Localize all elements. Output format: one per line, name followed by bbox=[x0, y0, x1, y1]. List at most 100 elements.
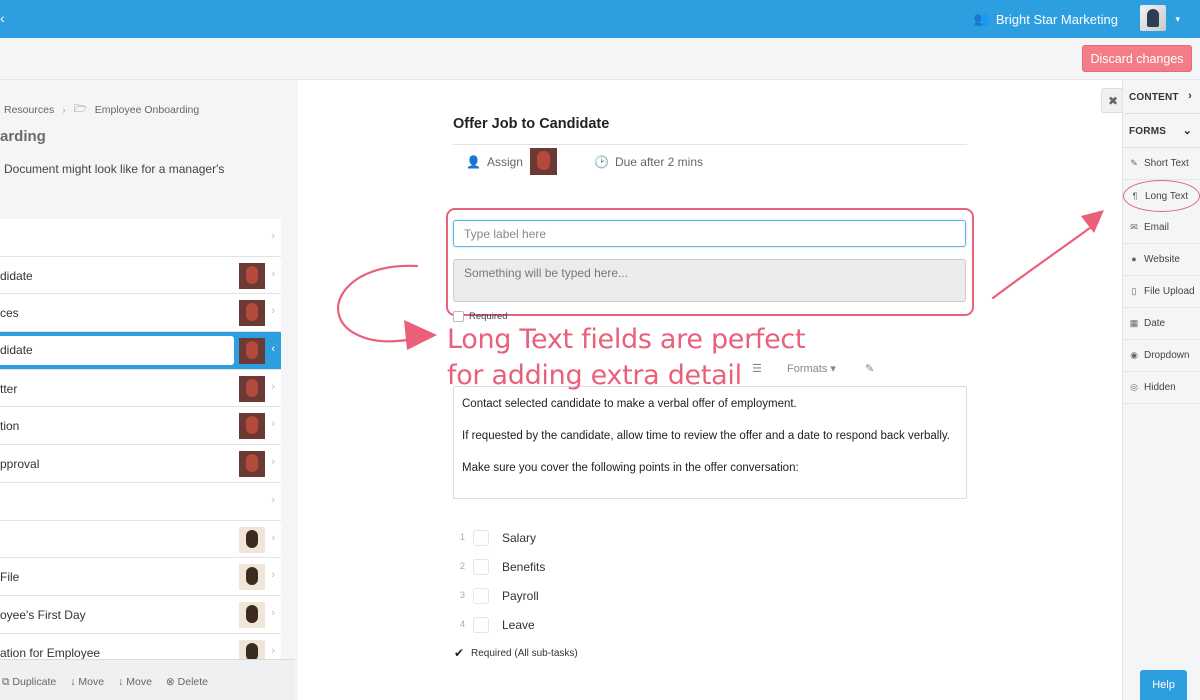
checkmark-icon[interactable]: ✔ bbox=[454, 647, 466, 659]
checkbox[interactable] bbox=[453, 311, 464, 322]
long-text-preview[interactable] bbox=[453, 259, 966, 302]
chevron-right-icon: › bbox=[62, 104, 66, 116]
required-checkbox[interactable]: Required bbox=[453, 311, 508, 322]
magic-wand-icon[interactable]: ✎ bbox=[865, 362, 874, 375]
subtask-label[interactable]: Salary bbox=[502, 531, 536, 545]
envelope-icon: ✉ bbox=[1130, 222, 1138, 232]
chevron-right-icon: › bbox=[271, 606, 275, 619]
palette-hidden[interactable]: ◎ Hidden bbox=[1123, 372, 1200, 404]
subtask-checkbox[interactable] bbox=[473, 588, 489, 604]
task-row[interactable]: › bbox=[0, 520, 281, 559]
assignee-avatar bbox=[239, 526, 265, 553]
eye-slash-icon: ◎ bbox=[1130, 382, 1138, 392]
chevron-right-icon: › bbox=[271, 644, 275, 657]
task-description-editor[interactable]: Contact selected candidate to make a ver… bbox=[453, 386, 967, 499]
task-row[interactable]: oyee's First Day › bbox=[0, 595, 281, 634]
breadcrumb: Resources › 🗁 Employee Onboarding bbox=[4, 101, 199, 119]
move-down-button[interactable]: ↓ Move bbox=[70, 676, 104, 689]
chevron-right-icon: › bbox=[271, 569, 275, 582]
copy-icon: ⧉ bbox=[2, 676, 13, 688]
task-row[interactable]: ces › bbox=[0, 294, 281, 333]
breadcrumb-item[interactable]: Employee Onboarding bbox=[95, 104, 199, 116]
due-date-button[interactable]: 🕑 Due after 2 mins bbox=[594, 155, 703, 169]
field-label-input[interactable] bbox=[453, 220, 966, 247]
subtask-checkbox[interactable] bbox=[473, 559, 489, 575]
user-icon: 👤 bbox=[466, 155, 481, 169]
task-label: tter bbox=[0, 381, 18, 396]
assign-button[interactable]: 👤 Assign bbox=[466, 155, 523, 169]
assignee-avatar bbox=[239, 262, 265, 289]
assignee-avatar bbox=[239, 451, 265, 478]
arrow-down-icon: ↓ bbox=[118, 676, 127, 688]
chevron-right-icon: › bbox=[271, 380, 275, 393]
subtask-checkbox[interactable] bbox=[473, 617, 489, 633]
description-paragraph: Contact selected candidate to make a ver… bbox=[462, 398, 797, 410]
subtask-item: 3 Payroll bbox=[460, 588, 539, 604]
chevron-right-icon: › bbox=[271, 531, 275, 544]
dropdown-icon: ◉ bbox=[1130, 350, 1138, 360]
chevron-right-icon: › bbox=[271, 305, 275, 318]
required-all-label: Required (All sub-tasks) bbox=[471, 647, 578, 659]
chevron-left-icon: ‹ bbox=[271, 343, 275, 356]
chevron-right-icon: › bbox=[271, 418, 275, 431]
subtask-checkbox[interactable] bbox=[473, 530, 489, 546]
palette-website[interactable]: ● Website bbox=[1123, 244, 1200, 276]
task-row[interactable]: tion › bbox=[0, 407, 281, 446]
assignee-avatar bbox=[239, 413, 265, 440]
chevron-down-icon[interactable]: ▾ bbox=[1175, 14, 1180, 25]
palette-dropdown[interactable]: ◉ Dropdown bbox=[1123, 340, 1200, 372]
breadcrumb-item[interactable]: Resources bbox=[4, 104, 54, 116]
discard-changes-button[interactable]: Discard changes bbox=[1082, 45, 1192, 72]
palette-long-text[interactable]: ¶ Long Text bbox=[1123, 180, 1200, 212]
top-navbar: ‹ 👥 Bright Star Marketing ▾ bbox=[0, 0, 1200, 38]
template-title: arding bbox=[0, 128, 46, 145]
paragraph-icon: ¶ bbox=[1132, 191, 1138, 201]
task-row[interactable]: › bbox=[0, 482, 281, 521]
close-circle-icon: ⊗ bbox=[165, 676, 178, 688]
content-section-toggle[interactable]: CONTENT › bbox=[1123, 80, 1200, 114]
subtask-label[interactable]: Benefits bbox=[502, 560, 545, 574]
delete-button[interactable]: ⊗ Delete bbox=[166, 676, 208, 689]
task-actions-footer: ⧉ Duplicate ↓ Move ↓ Move ⊗ Delete bbox=[0, 659, 295, 700]
description-paragraph: If requested by the candidate, allow tim… bbox=[462, 430, 950, 442]
folder-open-icon: 🗁 bbox=[73, 103, 87, 115]
palette-file-upload[interactable]: ▯ File Upload bbox=[1123, 276, 1200, 308]
task-list: › didate › ces › didate ‹ tter › tion › pprov… bbox=[0, 219, 281, 672]
task-row[interactable]: didate › bbox=[0, 256, 281, 295]
required-all-checkbox[interactable]: ✔ Required (All sub-tasks) bbox=[454, 647, 578, 659]
description-paragraph: Make sure you cover the following points… bbox=[462, 462, 799, 474]
help-button[interactable]: Help bbox=[1140, 670, 1187, 700]
subtask-item: 1 Salary bbox=[460, 530, 537, 546]
palette-email[interactable]: ✉ Email bbox=[1123, 212, 1200, 244]
task-title[interactable]: Offer Job to Candidate bbox=[453, 116, 609, 132]
calendar-icon: ▦ bbox=[1129, 318, 1139, 328]
due-label: Due after 2 mins bbox=[614, 155, 703, 169]
move-up-button[interactable]: ↓ Move bbox=[118, 676, 152, 689]
subtask-label[interactable]: Payroll bbox=[502, 589, 539, 603]
users-icon: 👥 bbox=[973, 11, 990, 26]
annotation-callout: Long Text fields are perfect for adding … bbox=[447, 322, 806, 394]
task-row[interactable]: pproval › bbox=[0, 445, 281, 483]
chevron-left-icon[interactable]: ‹ bbox=[0, 10, 5, 26]
subtask-item: 2 Benefits bbox=[460, 559, 546, 575]
edit-icon: ✎ bbox=[1130, 158, 1138, 168]
subtask-label[interactable]: Leave bbox=[502, 618, 535, 632]
forms-section-toggle[interactable]: FORMS ⌄ bbox=[1123, 114, 1200, 148]
divider bbox=[453, 144, 967, 145]
annotation-line-1: Long Text fields are perfect bbox=[447, 324, 806, 355]
palette-short-text[interactable]: ✎ Short Text bbox=[1123, 148, 1200, 180]
duplicate-button[interactable]: ⧉ Duplicate bbox=[2, 676, 56, 689]
task-label: File bbox=[0, 570, 20, 585]
palette-date[interactable]: ▦ Date bbox=[1123, 308, 1200, 340]
assignee-avatar[interactable] bbox=[530, 148, 557, 175]
org-switcher[interactable]: 👥 Bright Star Marketing bbox=[974, 11, 1118, 27]
user-avatar[interactable] bbox=[1140, 5, 1166, 31]
task-row-active[interactable]: didate ‹ bbox=[0, 332, 281, 370]
task-row[interactable]: › bbox=[0, 219, 281, 257]
task-row[interactable]: tter › bbox=[0, 369, 281, 408]
task-row[interactable]: File › bbox=[0, 558, 281, 596]
file-icon: ▯ bbox=[1131, 286, 1137, 296]
chevron-right-icon: › bbox=[271, 230, 275, 242]
subheader bbox=[0, 38, 1200, 80]
left-panel: Resources › 🗁 Employee Onboarding arding… bbox=[0, 80, 295, 700]
